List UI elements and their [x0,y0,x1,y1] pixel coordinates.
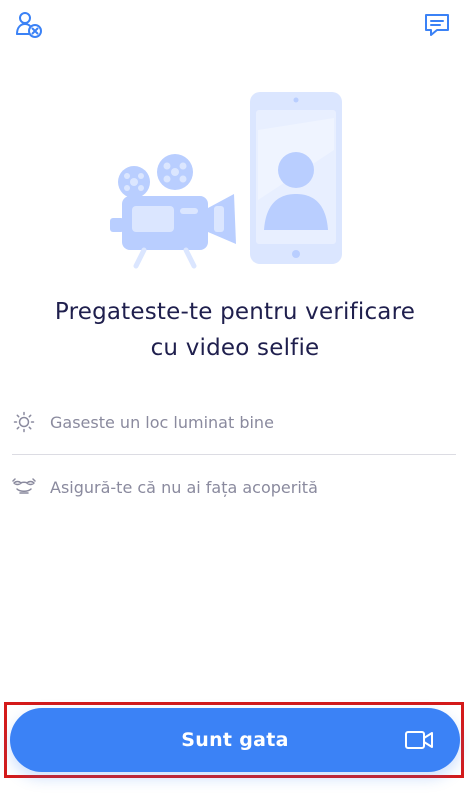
user-remove-icon[interactable] [12,8,46,42]
title-line-1: Pregateste-te pentru verificare [54,299,416,325]
tip-text: Gaseste un loc luminat bine [50,412,274,432]
sun-icon [12,410,36,434]
ready-button[interactable]: Sunt gata [10,708,460,772]
ready-button-label: Sunt gata [181,729,289,751]
tip-item-lighting: Gaseste un loc luminat bine [12,402,456,442]
divider [12,454,456,455]
title-line-2: cu video selfie [150,335,320,361]
page-title: Pregateste-te pentru verificare cu video… [0,294,470,366]
video-selfie-prep-screen: Pregateste-te pentru verificare cu video… [0,0,470,812]
tip-text: Asigură-te că nu ai fața acoperită [50,477,318,497]
face-covering-icon [12,475,36,499]
tips-list: Gaseste un loc luminat bine Asigură-te c… [12,402,456,507]
video-camera-icon [404,727,434,753]
camera-and-phone-selfie-illustration [108,90,354,270]
tip-item-face-uncovered: Asigură-te că nu ai fața acoperită [12,467,456,507]
chat-message-icon[interactable] [420,8,454,42]
